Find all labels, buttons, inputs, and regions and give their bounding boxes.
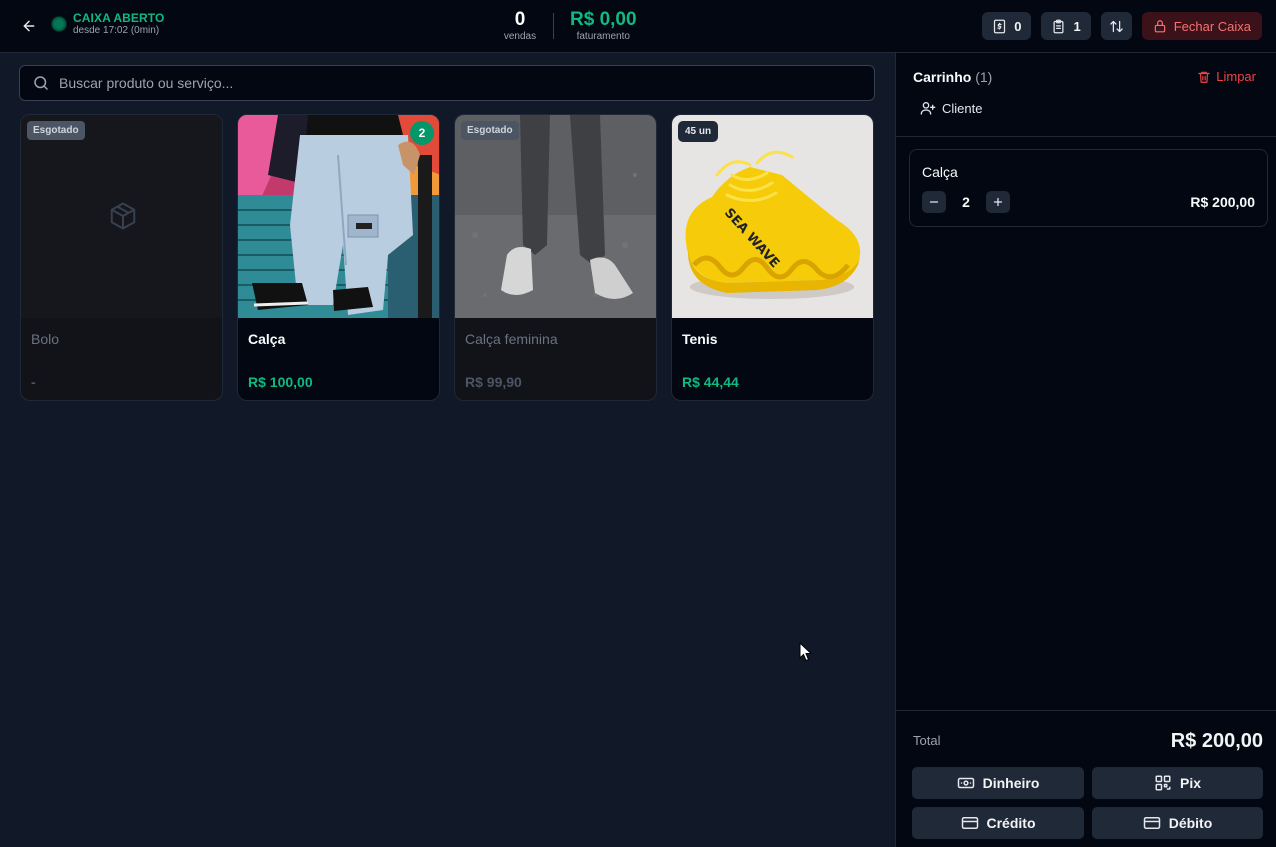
add-client-button[interactable]: Cliente (920, 100, 982, 116)
sales-stat: 0 vendas (498, 10, 542, 42)
product-card[interactable]: Esgotado Calça feminina R$ 99,90 (454, 114, 657, 401)
clear-cart-label: Limpar (1216, 69, 1256, 84)
stats-divider (553, 13, 554, 39)
cart-quantity-badge: 2 (410, 121, 434, 145)
product-card[interactable]: 2 Calça R$ 100,00 (237, 114, 440, 401)
revenue-value: R$ 0,00 (570, 9, 637, 30)
header-actions: 0 1 Fechar Caixa (982, 12, 1262, 40)
product-name: Calça feminina (465, 331, 558, 347)
pay-pix-button[interactable]: Pix (1092, 767, 1263, 799)
cart-item: Calça 2 R$ 200,00 (909, 149, 1268, 227)
product-price: R$ 100,00 (248, 374, 313, 390)
minus-icon (929, 201, 939, 203)
arrow-left-icon (23, 20, 35, 32)
qr-code-icon (1155, 775, 1171, 791)
plus-icon (993, 197, 1003, 207)
back-button[interactable] (18, 15, 40, 37)
orders-count-value: 1 (1073, 18, 1081, 34)
cart-title: Carrinho (1) (913, 69, 992, 85)
package-icon (110, 202, 136, 230)
cart-panel: Carrinho (1) Limpar Cliente Calça 2 R$ 2… (895, 53, 1276, 847)
search-icon (34, 76, 48, 90)
receipt-dollar-icon (994, 19, 1006, 33)
product-name: Calça (248, 331, 286, 347)
cart-item-price: R$ 200,00 (1190, 194, 1255, 210)
quantity-value: 2 (962, 194, 970, 210)
sold-out-badge: Esgotado (27, 121, 85, 140)
divider (896, 136, 1276, 137)
credit-card-icon (1143, 817, 1160, 829)
product-name: Tenis (682, 331, 718, 347)
close-register-button[interactable]: Fechar Caixa (1141, 12, 1262, 40)
increase-quantity-button[interactable] (986, 191, 1010, 213)
orders-button[interactable]: 1 (1041, 12, 1091, 40)
product-price: - (31, 374, 36, 390)
clipboard-list-icon (1053, 19, 1064, 33)
cart-item-count: (1) (975, 69, 993, 85)
cash-count-button[interactable]: 0 (982, 12, 1032, 40)
product-grid: Esgotado Bolo - 2 Calça R$ 100,00 Esgota… (20, 114, 874, 401)
pay-debit-button[interactable]: Débito (1092, 807, 1263, 839)
revenue-label: faturamento (576, 31, 630, 42)
product-price: R$ 44,44 (682, 374, 739, 390)
credit-card-icon (961, 817, 978, 829)
product-image: SEA WAVE 45 un (672, 115, 873, 318)
sold-out-badge: Esgotado (461, 121, 519, 140)
status-since: desde 17:02 (0min) (73, 25, 160, 36)
decrease-quantity-button[interactable] (922, 191, 946, 213)
mouse-cursor-icon (799, 642, 813, 662)
cart-title-label: Carrinho (913, 69, 972, 85)
pay-debit-label: Débito (1168, 815, 1213, 831)
status-indicator (52, 17, 66, 31)
add-client-label: Cliente (942, 100, 983, 116)
trash-icon (1198, 71, 1211, 83)
lock-icon (1154, 20, 1165, 33)
stock-badge: 45 un (678, 121, 719, 142)
banknote-icon (957, 777, 974, 789)
top-bar: CAIXA ABERTO desde 17:02 (0min) 0 vendas… (0, 0, 1276, 53)
product-name: Bolo (31, 331, 60, 347)
arrow-up-down-icon (1109, 20, 1123, 32)
sort-button[interactable] (1100, 12, 1132, 40)
payment-methods: Dinheiro Pix Crédito Débito (912, 767, 1263, 839)
cart-item-name: Calça (922, 164, 958, 180)
pay-credit-label: Crédito (986, 815, 1036, 831)
total-label: Total (913, 733, 941, 748)
cash-count-value: 0 (1014, 18, 1022, 34)
product-image-placeholder: Esgotado (21, 115, 222, 318)
pay-credit-button[interactable]: Crédito (912, 807, 1084, 839)
pay-pix-label: Pix (1179, 775, 1201, 791)
product-card[interactable]: SEA WAVE 45 un Tenis R$ 44,44 (671, 114, 874, 401)
divider (896, 710, 1276, 711)
status-title: CAIXA ABERTO (73, 11, 165, 25)
clear-cart-button[interactable]: Limpar (1197, 69, 1256, 84)
close-register-label: Fechar Caixa (1173, 18, 1251, 34)
sales-count: 0 (514, 9, 526, 30)
user-plus-icon (920, 102, 936, 115)
total-value: R$ 200,00 (1170, 730, 1263, 752)
session-stats: 0 vendas R$ 0,00 faturamento (498, 8, 637, 44)
pay-cash-button[interactable]: Dinheiro (912, 767, 1084, 799)
quantity-stepper: 2 (922, 191, 1010, 213)
sales-label: vendas (503, 31, 537, 42)
pay-cash-label: Dinheiro (982, 775, 1040, 791)
revenue-stat: R$ 0,00 faturamento (570, 10, 637, 42)
search-input[interactable] (59, 75, 839, 91)
register-status: CAIXA ABERTO desde 17:02 (0min) (52, 12, 164, 36)
product-image: Esgotado (455, 115, 656, 318)
product-search[interactable] (19, 65, 875, 101)
product-image: 2 (238, 115, 439, 318)
product-card[interactable]: Esgotado Bolo - (20, 114, 223, 401)
product-price: R$ 99,90 (465, 374, 522, 390)
